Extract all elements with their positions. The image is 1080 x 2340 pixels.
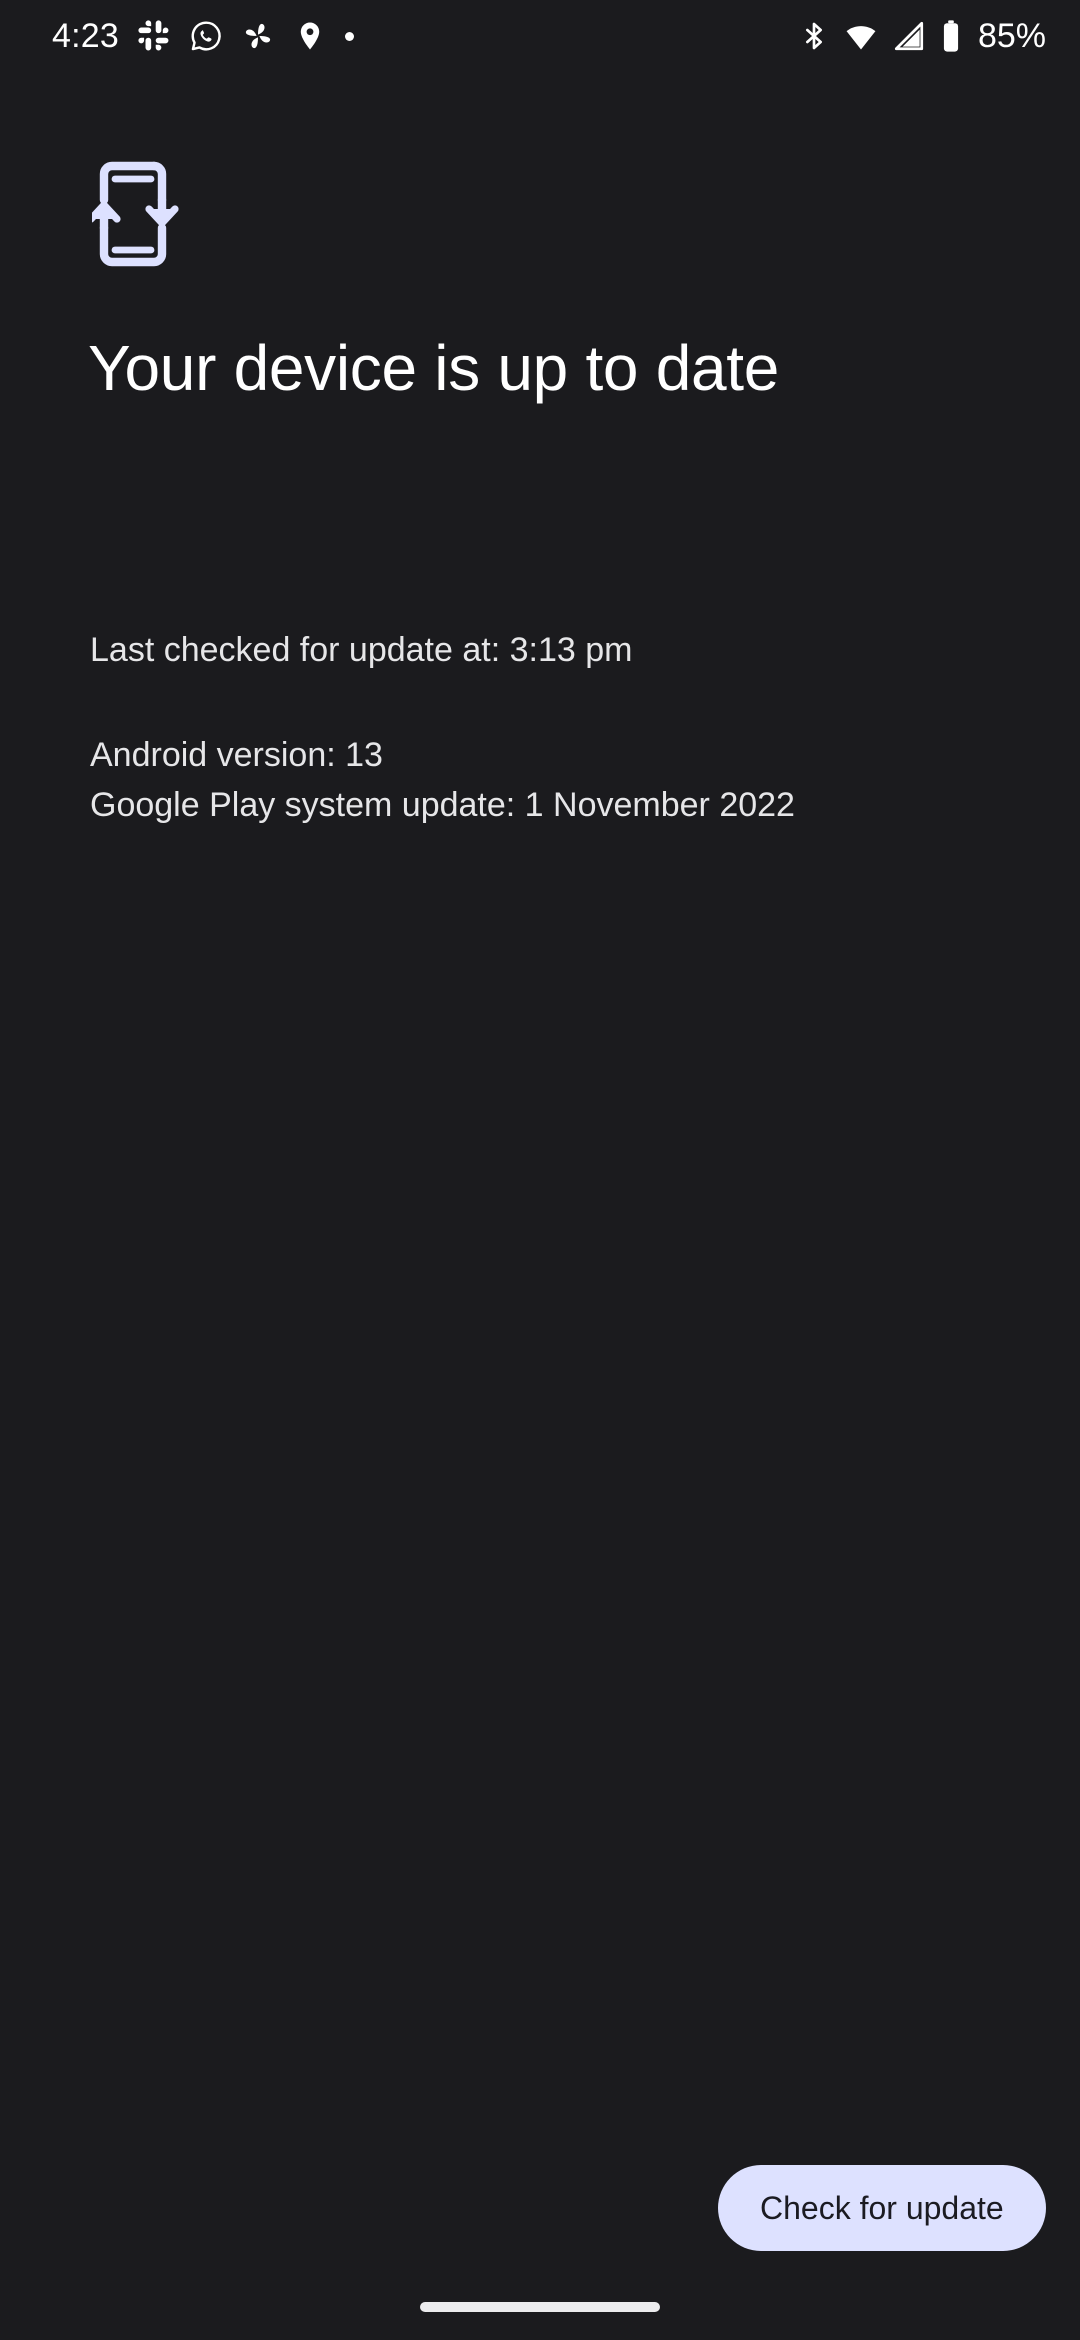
system-update-screen: 4:23 85% Your device is up to date Last …	[0, 0, 1080, 2340]
version-details: Android version: 13 Google Play system u…	[90, 730, 795, 831]
system-update-icon	[87, 160, 184, 268]
update-content: Your device is up to date Last checked f…	[0, 0, 1080, 2340]
check-for-update-button[interactable]: Check for update	[718, 2165, 1046, 2251]
home-gesture-pill[interactable]	[420, 2302, 660, 2312]
last-checked-text: Last checked for update at: 3:13 pm	[90, 631, 633, 669]
page-title: Your device is up to date	[88, 332, 780, 404]
google-play-update-line: Google Play system update: 1 November 20…	[90, 786, 795, 825]
android-version-line: Android version: 13	[90, 736, 383, 774]
